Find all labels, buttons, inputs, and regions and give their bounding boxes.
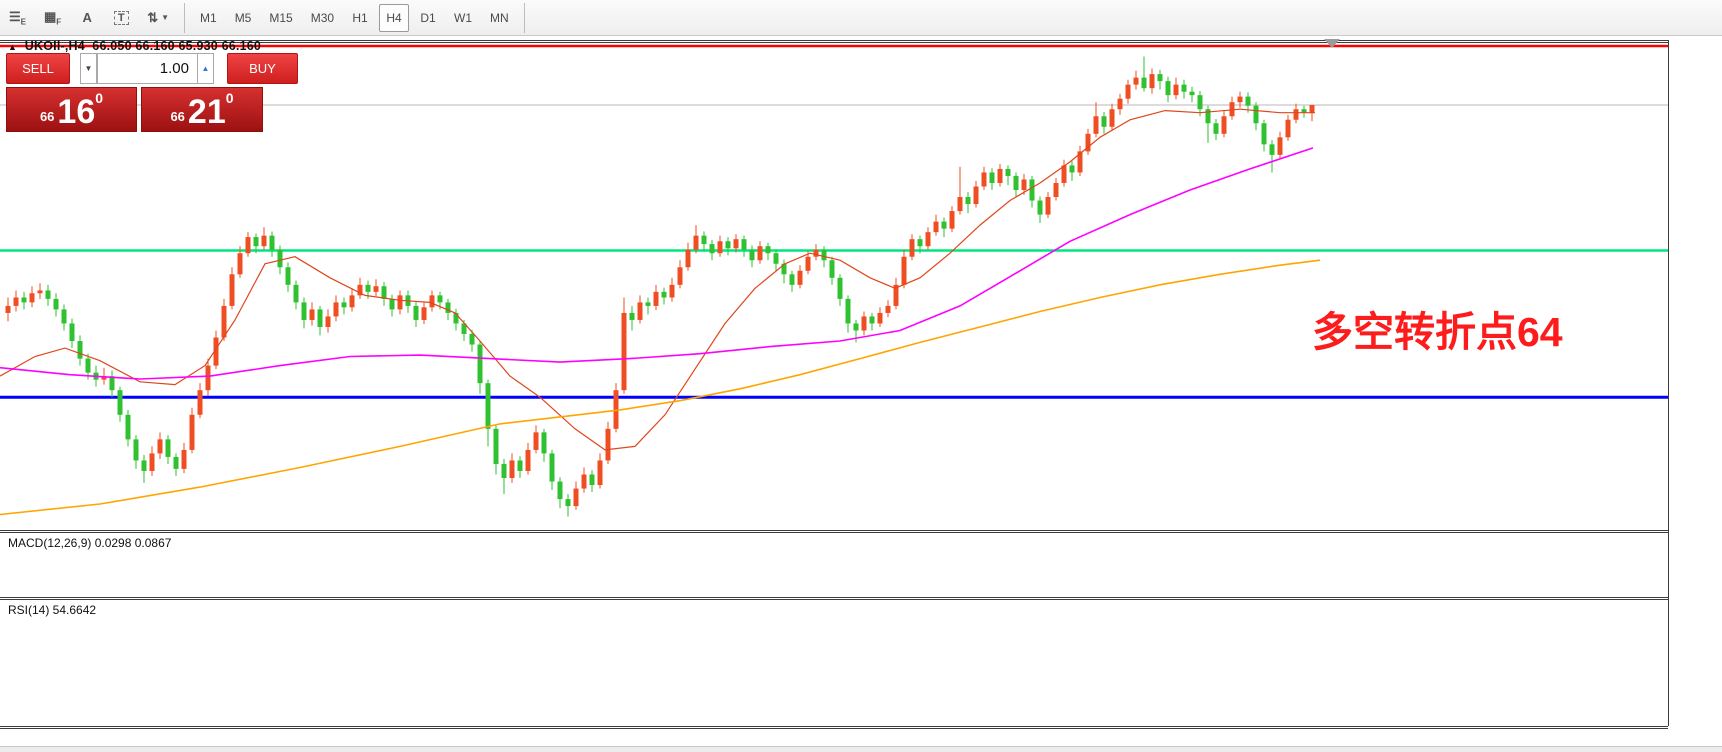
buy-price-sup: 0 <box>226 90 234 106</box>
text-box-button[interactable]: T <box>106 4 136 32</box>
chevron-down-icon: ▼ <box>161 13 169 22</box>
chart-window: ▲ UKOIl-,H4 66.050 66.160 65.930 66.160 … <box>0 36 1722 752</box>
timeframe-mn[interactable]: MN <box>483 4 516 32</box>
one-click-trading-panel: SELL ▼ 1.00 ▲ BUY 66 16 0 66 21 0 <box>6 53 298 149</box>
timeframe-buttons: M1M5M15M30H1H4D1W1MN <box>191 4 518 32</box>
buy-button-label: BUY <box>249 61 276 76</box>
sell-price-small: 66 <box>40 107 54 127</box>
chart-annotation: 多空转折点64 <box>1312 298 1563 358</box>
rsi-pane[interactable] <box>0 600 1668 726</box>
symbol-period-label: UKOIl-,H4 <box>25 39 85 53</box>
sell-button[interactable]: SELL <box>6 53 70 84</box>
timeframe-h1[interactable]: H1 <box>345 4 375 32</box>
toolbar-separator <box>184 3 185 33</box>
timeframe-m5[interactable]: M5 <box>228 4 259 32</box>
grid-icon: ▦F <box>44 9 61 27</box>
sell-button-label: SELL <box>22 61 54 76</box>
chart-type-icon: ☰E <box>9 9 26 27</box>
ohlc-values: 66.050 66.160 65.930 66.160 <box>92 39 261 53</box>
text-a-icon: A <box>82 10 91 25</box>
chart-type-button[interactable]: ☰E <box>2 4 33 32</box>
timeframe-m1[interactable]: M1 <box>193 4 224 32</box>
toolbar: ☰E ▦F A T ⇅ ▼ M1M5M15M30H1H4D1W1MN <box>0 0 1722 36</box>
timeframe-m30[interactable]: M30 <box>304 4 341 32</box>
timeframe-w1[interactable]: W1 <box>447 4 479 32</box>
buy-price-tile[interactable]: 66 21 0 <box>141 87 263 132</box>
bottom-strip <box>0 746 1722 752</box>
chart-title: ▲ UKOIl-,H4 66.050 66.160 65.930 66.160 <box>8 39 261 53</box>
volume-input[interactable]: 1.00 <box>97 53 198 84</box>
macd-label: MACD(12,26,9) 0.0298 0.0867 <box>8 536 171 550</box>
text-box-icon: T <box>114 11 129 25</box>
chart-shift-marker[interactable] <box>1324 39 1340 48</box>
time-axis[interactable] <box>0 726 1722 746</box>
text-label-button[interactable]: A <box>72 4 102 32</box>
timeframe-d1[interactable]: D1 <box>413 4 443 32</box>
objects-button[interactable]: ⇅ ▼ <box>140 4 176 32</box>
arrows-icon: ⇅ <box>147 10 158 26</box>
sell-price-big: 16 <box>57 97 95 127</box>
timeframe-h4[interactable]: H4 <box>379 4 409 32</box>
triangle-down-icon: ▼ <box>85 64 93 73</box>
macd-pane[interactable] <box>0 533 1668 597</box>
buy-price-small: 66 <box>170 107 184 127</box>
volume-decrease-button[interactable]: ▼ <box>80 53 97 84</box>
toolbar-separator <box>524 3 525 33</box>
buy-price-big: 21 <box>188 97 226 127</box>
sell-price-sup: 0 <box>95 90 103 106</box>
grid-button[interactable]: ▦F <box>37 4 68 32</box>
volume-increase-button[interactable]: ▲ <box>197 53 214 84</box>
timeframe-m15[interactable]: M15 <box>262 4 299 32</box>
triangle-up-icon: ▲ <box>202 64 210 73</box>
trading-terminal: { "toolbar": { "icons": [ {"name": "char… <box>0 0 1722 752</box>
triangle-up-icon: ▲ <box>8 42 17 52</box>
sell-price-tile[interactable]: 66 16 0 <box>6 87 137 132</box>
rsi-label: RSI(14) 54.6642 <box>8 603 96 617</box>
price-axis-border <box>1668 40 1669 726</box>
buy-button[interactable]: BUY <box>227 53 298 84</box>
